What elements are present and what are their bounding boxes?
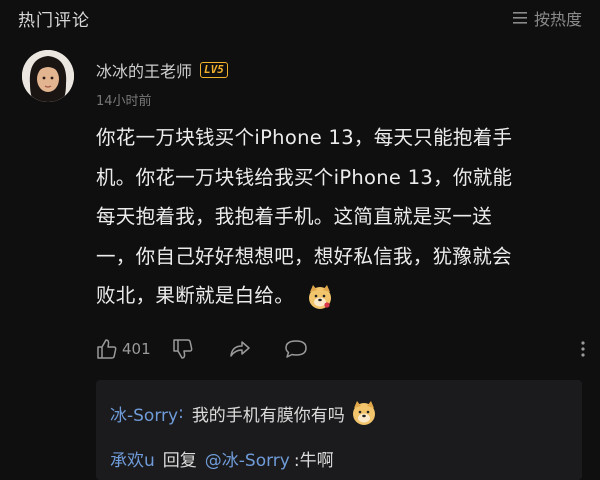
doge-emoji-icon [308,284,331,309]
level-badge: LV5 [200,62,228,78]
like-button[interactable]: 401 [96,338,172,360]
comment-actions: 401 [96,334,586,364]
thumbs-down-icon [173,339,193,359]
reply-action-label: 回复 [162,451,197,471]
share-button[interactable] [228,338,284,360]
reply-text: 我的手机有膜你有吗 [191,405,345,426]
sort-label: 按热度 [533,10,582,29]
comment-line: 败北，果断就是白给。 [96,284,295,307]
more-options-button[interactable] [580,339,586,359]
reply-colon: : [178,403,184,423]
comment-timestamp: 14小时前 [96,94,152,109]
like-count: 401 [122,340,151,358]
reply-mention[interactable]: @冰-Sorry [205,446,290,471]
comment-body: 你花一万块钱买个iPhone 13，每天只能抱着手 机。你花一万块钱给我买个iP… [96,118,586,316]
comment-author-row: 冰冰的王老师 LV5 [96,58,228,82]
reply-author[interactable]: 承欢u [110,446,155,471]
sort-by-hot-button[interactable]: 按热度 [512,6,582,30]
reply-item[interactable]: 冰-Sorry : 我的手机有膜你有吗 [110,400,377,426]
thumbs-up-icon [97,339,117,359]
more-vertical-icon [581,341,585,357]
avatar-image [22,50,74,102]
reply-button[interactable] [284,338,340,360]
comment-line: 你花一万块钱买个iPhone 13，每天只能抱着手 [96,126,513,149]
avatar[interactable] [22,50,74,102]
reply-item[interactable]: 承欢u 回复 @冰-Sorry :牛啊 [110,446,334,471]
reply-author[interactable]: 冰-Sorry [110,401,178,426]
section-title: 热门评论 [18,11,90,31]
comments-header: 热门评论 按热度 [0,0,600,34]
comment-line: 机。你花一万块钱给我买个iPhone 13，你就能 [96,165,513,189]
comment-line: 每天抱着我，我抱着手机。这简直就是买一送 [96,205,493,228]
comment-last-line: 败北，果断就是白给。 [96,276,586,316]
replies-panel: 冰-Sorry : 我的手机有膜你有吗 承欢u 回复 @冰-Sorry :牛啊 [96,380,582,480]
comment-author-name[interactable]: 冰冰的王老师 [96,58,192,82]
sort-icon [512,12,527,24]
dislike-button[interactable] [172,338,228,360]
doge-emoji-icon [352,401,375,425]
reply-text: :牛啊 [293,451,334,471]
comment-line: 一，你自己好好想想吧，想好私信我，犹豫就会 [96,244,512,268]
share-icon [230,341,250,357]
comment-bubble-icon [285,340,307,358]
